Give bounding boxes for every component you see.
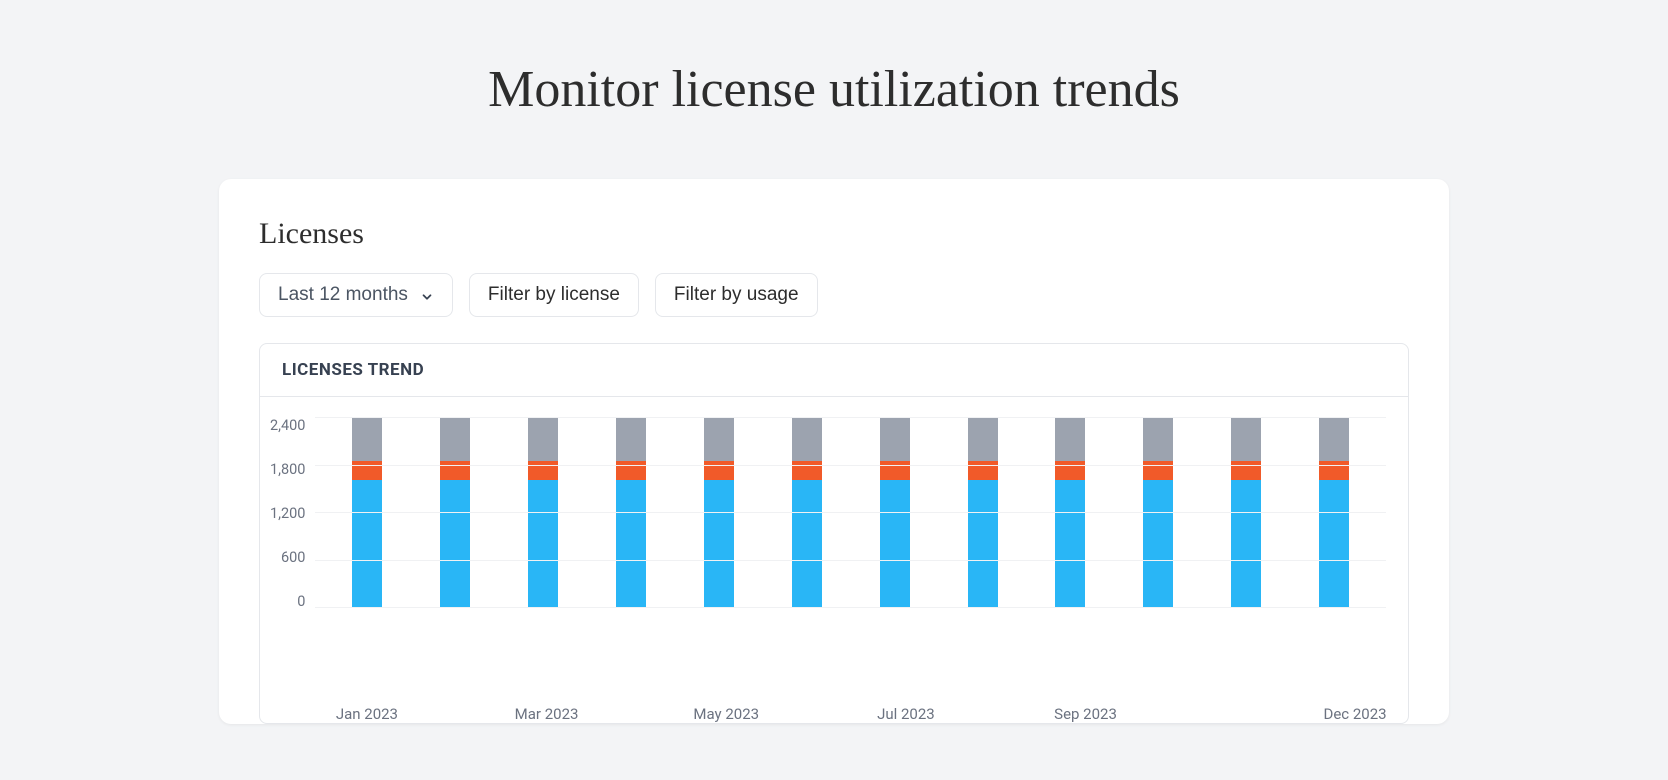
bar-segment <box>704 480 734 607</box>
grid-line <box>315 512 1386 513</box>
bar-segment <box>616 417 646 461</box>
card-title: Licenses <box>259 217 1409 251</box>
filter-by-usage-button[interactable]: Filter by usage <box>655 273 818 317</box>
x-axis: Jan 2023·Mar 2023·May 2023·Jul 2023·Sep … <box>314 677 1408 723</box>
date-range-dropdown[interactable]: Last 12 months <box>259 273 453 317</box>
filters-row: Last 12 months Filter by license Filter … <box>259 273 1409 317</box>
filter-by-usage-label: Filter by usage <box>674 284 799 306</box>
bar-segment <box>880 417 910 461</box>
filter-by-license-button[interactable]: Filter by license <box>469 273 639 317</box>
bar-segment <box>1231 417 1261 461</box>
chevron-down-icon <box>420 288 434 302</box>
bar-segment <box>1319 480 1349 607</box>
y-tick: 1,200 <box>270 507 305 522</box>
bar-segment <box>1143 417 1173 461</box>
bar-segment <box>352 480 382 607</box>
x-tick: Mar 2023 <box>502 705 592 723</box>
bar-segment <box>1055 480 1085 607</box>
bar-segment <box>1143 480 1173 607</box>
y-axis: 2,400 1,800 1,200 600 0 <box>270 419 315 609</box>
x-tick: Jul 2023 <box>861 705 951 723</box>
grid-line <box>315 560 1386 561</box>
page-title: Monitor license utilization trends <box>488 60 1180 119</box>
chart-panel: LICENSES TREND 2,400 1,800 1,200 600 0 Jan 2… <box>259 343 1409 724</box>
bar-segment <box>792 480 822 607</box>
plot-area <box>315 417 1386 607</box>
bar-segment <box>968 417 998 461</box>
bar-segment <box>352 417 382 461</box>
grid-line <box>315 465 1386 466</box>
bar-segment <box>1319 417 1349 461</box>
x-tick: Dec 2023 <box>1310 705 1400 723</box>
y-tick: 2,400 <box>270 419 305 434</box>
x-tick: Sep 2023 <box>1041 705 1131 723</box>
bar-segment <box>528 480 558 607</box>
bar-segment <box>704 417 734 461</box>
x-tick: Jan 2023 <box>322 705 412 723</box>
y-tick: 1,800 <box>270 463 305 478</box>
licenses-card: Licenses Last 12 months Filter by licens… <box>219 179 1449 724</box>
bar-segment <box>440 480 470 607</box>
filter-by-license-label: Filter by license <box>488 284 620 306</box>
grid-line <box>315 417 1386 418</box>
grid-line <box>315 607 1386 608</box>
date-range-label: Last 12 months <box>278 284 408 306</box>
chart-title: LICENSES TREND <box>260 344 1408 397</box>
bar-segment <box>440 417 470 461</box>
bar-segment <box>528 417 558 461</box>
y-tick: 0 <box>297 595 305 610</box>
y-tick: 600 <box>281 551 305 566</box>
chart-body: 2,400 1,800 1,200 600 0 <box>260 397 1408 677</box>
page: Monitor license utilization trends Licen… <box>0 0 1668 780</box>
bar-segment <box>880 480 910 607</box>
bar-segment <box>968 480 998 607</box>
x-tick: May 2023 <box>681 705 771 723</box>
bar-segment <box>792 417 822 461</box>
bar-segment <box>1055 417 1085 461</box>
bar-segment <box>1231 480 1261 607</box>
bar-segment <box>616 480 646 607</box>
